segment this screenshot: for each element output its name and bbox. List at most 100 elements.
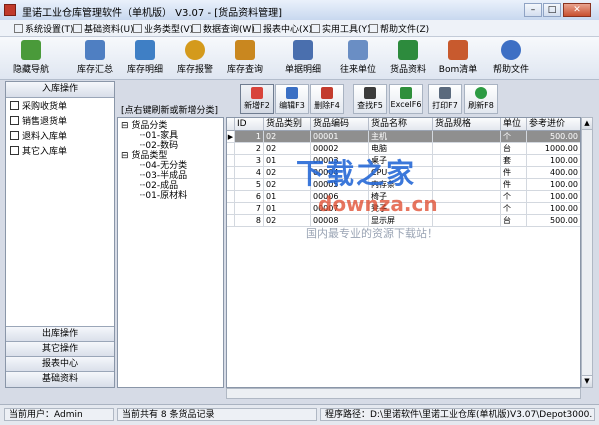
table-cell[interactable]: 400.00 [527, 167, 580, 179]
nav-section-other[interactable]: 其它操作 [6, 341, 114, 357]
horizontal-scrollbar[interactable] [226, 388, 581, 399]
toolbar-partners[interactable]: 往来单位 [335, 39, 381, 77]
menu-system-settings[interactable]: 系统设置(T) [14, 22, 74, 35]
toolbar: 隐藏导航 库存汇总 库存明细 库存报警 库存查询 单据明细 往来单位 货品资料 … [0, 37, 599, 80]
table-cell[interactable]: 500.00 [527, 215, 580, 227]
toolbar-stock-query[interactable]: 库存查询 [222, 39, 268, 77]
table-cell[interactable]: 台 [501, 143, 527, 155]
toolbar-goods-data[interactable]: 货品资料 [385, 39, 431, 77]
table-cell[interactable]: 1 [235, 131, 264, 143]
nav-section-basic-data[interactable]: 基础资料 [6, 371, 114, 387]
column-header-name[interactable]: 货品名称 [369, 118, 433, 131]
toolbar-stock-summary[interactable]: 库存汇总 [72, 39, 118, 77]
table-cell[interactable]: 7 [235, 203, 264, 215]
tree-item[interactable]: ┈04-无分类 [140, 161, 187, 171]
toolbar-stock-detail[interactable]: 库存明细 [122, 39, 168, 77]
table-cell[interactable]: 500.00 [527, 131, 580, 143]
table-cell[interactable]: 套 [501, 155, 527, 167]
table-cell[interactable]: 个 [501, 191, 527, 203]
minimize-button[interactable]: – [524, 3, 542, 17]
menu-business-type[interactable]: 业务类型(V) [133, 22, 193, 35]
maximize-button[interactable]: □ [543, 3, 561, 17]
toolbar-stock-alarm[interactable]: 库存报警 [172, 39, 218, 77]
nav-item-other-inbound[interactable]: 其它入库单 [10, 145, 67, 159]
menu-help[interactable]: 帮助文件(Z) [369, 22, 429, 35]
table-cell[interactable]: 2 [235, 143, 264, 155]
tree-item[interactable]: ┈02-成品 [140, 181, 178, 191]
close-button[interactable]: ✕ [563, 3, 591, 17]
column-header-spec[interactable]: 货品规格 [433, 118, 501, 131]
column-header-code[interactable]: 货品编码 [311, 118, 369, 131]
table-cell[interactable]: 主机 [369, 131, 433, 143]
nav-section-inbound[interactable]: 入库操作 [6, 82, 114, 98]
edit-icon [286, 87, 298, 99]
tree-item[interactable]: ┈01-原材料 [140, 191, 187, 201]
table-cell[interactable] [433, 167, 501, 179]
table-cell[interactable]: 01 [264, 203, 311, 215]
table-cell[interactable]: 100.00 [527, 155, 580, 167]
table-cell[interactable]: 1000.00 [527, 143, 580, 155]
scroll-down-icon[interactable]: ▼ [582, 375, 592, 387]
tools-icon [311, 24, 320, 33]
table-cell[interactable]: 8 [235, 215, 264, 227]
table-cell[interactable]: 件 [501, 179, 527, 191]
chart-icon [85, 40, 105, 60]
find-button[interactable]: 查找F5 [353, 84, 387, 114]
tree-item[interactable]: ┈02-数码 [140, 141, 178, 151]
print-button[interactable]: 打印F7 [428, 84, 462, 114]
nav-item-sales-return[interactable]: 销售退货单 [10, 115, 67, 129]
tree-item[interactable]: ┈03-半成品 [140, 171, 187, 181]
table-cell[interactable] [433, 191, 501, 203]
table-cell[interactable] [433, 179, 501, 191]
status-record-count: 当前共有 8 条货品记录 [117, 408, 317, 421]
nav-section-reports[interactable]: 报表中心 [6, 356, 114, 372]
table-cell[interactable]: 件 [501, 167, 527, 179]
edit-button[interactable]: 编辑F3 [275, 84, 309, 114]
table-cell[interactable] [433, 203, 501, 215]
vertical-scrollbar[interactable]: ▲ ▼ [581, 117, 593, 388]
menu-data-query[interactable]: 数据查询(W) [192, 22, 255, 35]
table-cell[interactable]: 100.00 [527, 203, 580, 215]
toolbar-bom-list[interactable]: Bom清单 [435, 39, 481, 77]
refresh-icon [475, 87, 487, 99]
toolbar-document-detail[interactable]: 单据明细 [280, 39, 326, 77]
table-cell[interactable]: 4 [235, 167, 264, 179]
nav-item-material-return[interactable]: 退料入库单 [10, 130, 67, 144]
column-header-unit[interactable]: 单位 [501, 118, 527, 131]
table-cell[interactable]: 个 [501, 131, 527, 143]
table-cell[interactable]: 3 [235, 155, 264, 167]
nav-item-purchase-receipt[interactable]: 采购收货单 [10, 100, 67, 114]
navigation-panel: 入库操作 采购收货单 销售退货单 退料入库单 其它入库单 出库操作 其它操作 报… [5, 81, 115, 388]
table-cell[interactable]: 02 [264, 215, 311, 227]
excel-button[interactable]: ExcelF6 [389, 84, 423, 114]
toolbar-help[interactable]: 帮助文件 [488, 39, 534, 77]
table-cell[interactable]: 100.00 [527, 191, 580, 203]
add-button[interactable]: 新增F2 [240, 84, 274, 114]
tree-group-categories[interactable]: ⊟ 货品分类 [121, 121, 167, 131]
column-header-id[interactable]: ID [235, 118, 264, 131]
table-cell[interactable] [433, 143, 501, 155]
menu-tools[interactable]: 实用工具(Y) [311, 22, 371, 35]
menu-report-center[interactable]: 报表中心(X) [252, 22, 312, 35]
nav-section-outbound[interactable]: 出库操作 [6, 326, 114, 342]
menu-basic-data[interactable]: 基础资料(U) [73, 22, 134, 35]
refresh-button[interactable]: 刷新F8 [464, 84, 498, 114]
toolbar-hide-nav[interactable]: 隐藏导航 [8, 39, 54, 77]
table-cell[interactable] [433, 131, 501, 143]
scroll-up-icon[interactable]: ▲ [582, 118, 592, 130]
table-cell[interactable]: 100.00 [527, 179, 580, 191]
table-cell[interactable] [433, 215, 501, 227]
table-cell[interactable]: 台 [501, 215, 527, 227]
table-cell[interactable]: 个 [501, 203, 527, 215]
table-cell[interactable]: 01 [264, 191, 311, 203]
table-cell[interactable]: 5 [235, 179, 264, 191]
column-header-price[interactable]: 参考进价 [527, 118, 580, 131]
table-cell[interactable]: 6 [235, 191, 264, 203]
column-header-category[interactable]: 货品类别 [264, 118, 311, 131]
table-cell[interactable] [433, 155, 501, 167]
tree-item[interactable]: ┈01-家具 [140, 131, 178, 141]
table-cell[interactable]: 02 [264, 131, 311, 143]
tree-group-types[interactable]: ⊟ 货品类型 [121, 151, 167, 161]
table-cell[interactable]: 00001 [311, 131, 369, 143]
delete-button[interactable]: 删除F4 [310, 84, 344, 114]
